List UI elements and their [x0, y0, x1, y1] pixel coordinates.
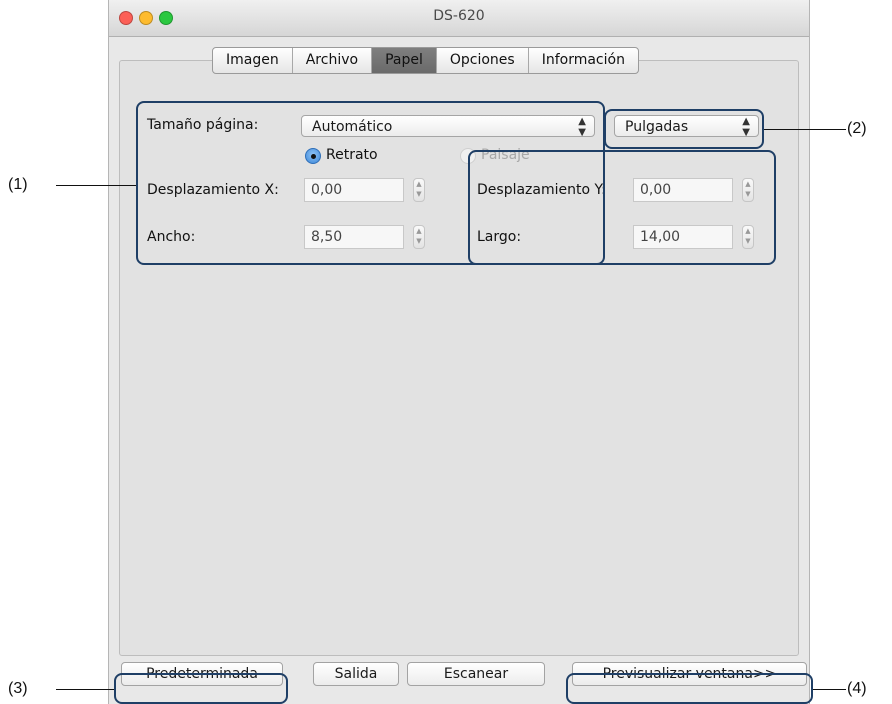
tab-informacion[interactable]: Información — [529, 48, 638, 73]
tab-opciones[interactable]: Opciones — [437, 48, 529, 73]
leader-line-1 — [56, 185, 136, 186]
tab-papel[interactable]: Papel — [372, 48, 437, 73]
title-bar: DS-620 — [109, 0, 809, 37]
window-title: DS-620 — [433, 8, 485, 24]
annotation-label-4: (4) — [847, 680, 867, 697]
leader-line-3 — [56, 689, 114, 690]
callout-box-1b — [468, 150, 776, 265]
annotation-label-3: (3) — [8, 680, 28, 697]
callout-box-4 — [566, 673, 813, 704]
callout-box-3 — [114, 673, 288, 704]
tab-imagen[interactable]: Imagen — [213, 48, 293, 73]
exit-button[interactable]: Salida — [313, 662, 399, 686]
leader-line-4 — [813, 689, 846, 690]
callout-box-2 — [604, 109, 764, 149]
tab-bar: Imagen Archivo Papel Opciones Informació… — [212, 47, 639, 74]
annotation-label-2: (2) — [847, 120, 867, 137]
leader-line-2 — [764, 129, 846, 130]
scan-button[interactable]: Escanear — [407, 662, 545, 686]
tab-archivo[interactable]: Archivo — [293, 48, 373, 73]
annotation-label-1: (1) — [8, 176, 28, 193]
